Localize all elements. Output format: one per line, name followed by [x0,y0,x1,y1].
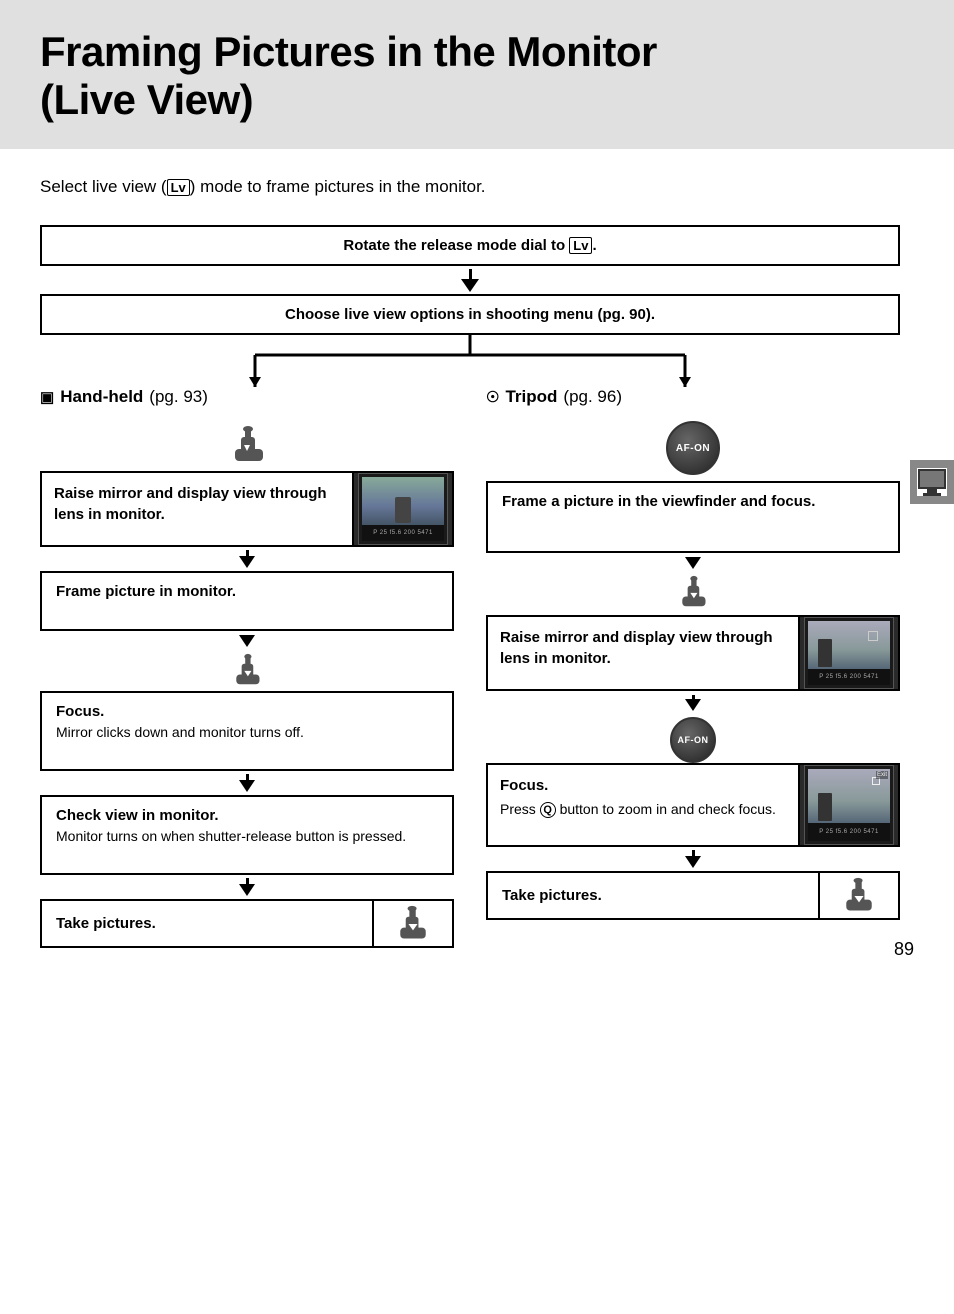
right-header: ☉ Tripod (pg. 96) [486,387,900,407]
lv-symbol: Lv [167,179,190,196]
frame-viewfinder-right: Frame a picture in the viewfinder and fo… [486,481,900,553]
flowchart: Rotate the release mode dial to Lv. Choo… [40,225,900,949]
arrow-left-3 [239,771,255,795]
page: Framing Pictures in the Monitor (Live Vi… [0,0,954,1314]
header: Framing Pictures in the Monitor (Live Vi… [0,0,954,149]
split-columns: ▣ Hand-held (pg. 93) [40,387,900,948]
take-pictures-left: Take pictures. [40,899,454,948]
lv-symbol-step1: Lv [569,237,592,254]
arrow-left-1 [239,547,255,571]
check-view-left: Check view in monitor. Monitor turns on … [40,795,454,875]
content: Select live view (Lv) mode to frame pict… [0,149,954,989]
arrow-afon-right: AF-ON [670,691,716,763]
arrow-shutter-left [222,631,272,691]
right-column: ☉ Tripod (pg. 96) AF-ON Frame a picture … [470,387,900,948]
shutter-icon-left1 [217,421,277,467]
afon-icon-right1: AF-ON [666,421,720,475]
step1-box: Rotate the release mode dial to Lv. [40,225,900,267]
branch-lines [40,335,900,387]
left-header: ▣ Hand-held (pg. 93) [40,387,454,407]
arrow-right-3 [685,847,701,871]
left-column: ▣ Hand-held (pg. 93) [40,387,470,948]
raise-mirror-right: Raise mirror and display view through le… [486,615,900,691]
focus-left: Focus. Mirror clicks down and monitor tu… [40,691,454,771]
take-pictures-right: Take pictures. [486,871,900,920]
focus-right: Focus. Press Q button to zoom in and che… [486,763,900,847]
page-title: Framing Pictures in the Monitor (Live Vi… [40,28,914,125]
frame-picture-left: Frame picture in monitor. [40,571,454,631]
step2-box: Choose live view options in shooting men… [40,294,900,335]
arrow-shutter-right [668,553,718,615]
raise-mirror-left: Raise mirror and display view through le… [40,471,454,547]
arrow-left-4 [239,875,255,899]
intro-text: Select live view (Lv) mode to frame pict… [40,177,914,197]
page-number: 89 [894,939,914,960]
arrow1 [40,266,900,294]
